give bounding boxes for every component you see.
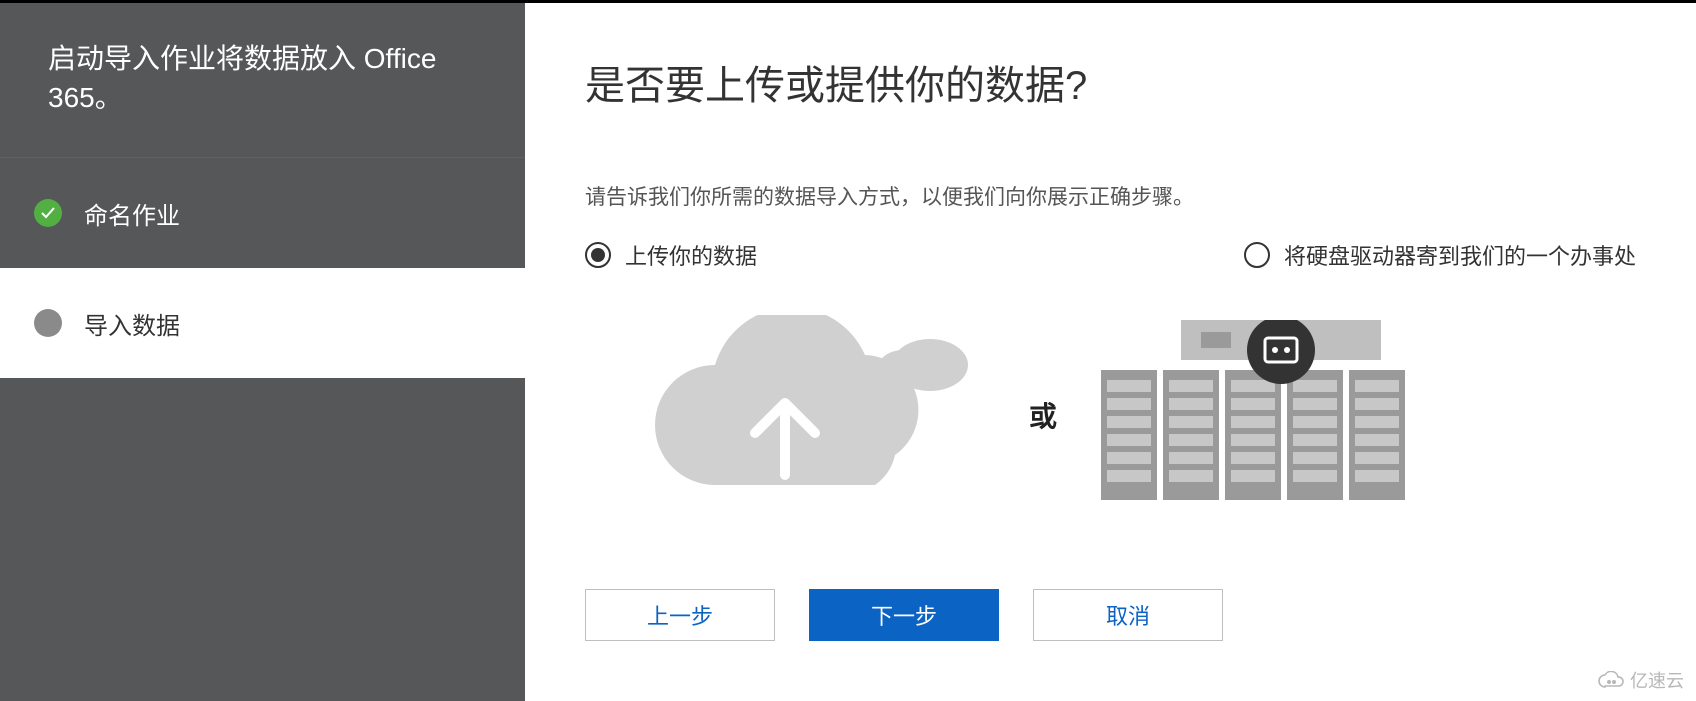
radio-unchecked-icon: [1244, 242, 1270, 268]
illustration-row: 或: [585, 315, 1636, 515]
check-icon: [34, 199, 62, 227]
wizard-main: 是否要上传或提供你的数据? 请告诉我们你所需的数据导入方式，以便我们向你展示正确…: [525, 3, 1696, 701]
option-ship-label: 将硬盘驱动器寄到我们的一个办事处: [1284, 239, 1636, 271]
sidebar-title: 启动导入作业将数据放入 Office 365。: [0, 3, 525, 158]
cloud-upload-icon: [625, 315, 985, 515]
button-row: 上一步 下一步 取消: [585, 589, 1696, 641]
step-label: 命名作业: [84, 196, 180, 231]
option-upload-label: 上传你的数据: [625, 239, 757, 271]
bullet-icon: [34, 309, 62, 337]
page-subtitle: 请告诉我们你所需的数据导入方式，以便我们向你展示正确步骤。: [585, 181, 1636, 211]
step-import-data[interactable]: 导入数据: [0, 268, 525, 378]
wizard-sidebar: 启动导入作业将数据放入 Office 365。 命名作业 导入数据: [0, 3, 525, 701]
wizard-frame: 启动导入作业将数据放入 Office 365。 命名作业 导入数据 是否要上传或…: [0, 0, 1696, 701]
cancel-button[interactable]: 取消: [1033, 589, 1223, 641]
option-row: 上传你的数据 将硬盘驱动器寄到我们的一个办事处: [585, 239, 1636, 271]
prev-button[interactable]: 上一步: [585, 589, 775, 641]
or-label: 或: [1029, 395, 1057, 435]
cloud-logo-icon: [1598, 671, 1624, 689]
page-title: 是否要上传或提供你的数据?: [585, 53, 1636, 111]
option-upload[interactable]: 上传你的数据: [585, 239, 757, 271]
watermark-text: 亿速云: [1630, 667, 1684, 693]
next-button[interactable]: 下一步: [809, 589, 999, 641]
server-racks-icon: [1101, 320, 1421, 510]
watermark: 亿速云: [1598, 667, 1684, 693]
radio-checked-icon: [585, 242, 611, 268]
step-label: 导入数据: [84, 306, 180, 341]
option-ship-drive[interactable]: 将硬盘驱动器寄到我们的一个办事处: [1244, 239, 1636, 271]
step-name-job[interactable]: 命名作业: [0, 158, 525, 268]
